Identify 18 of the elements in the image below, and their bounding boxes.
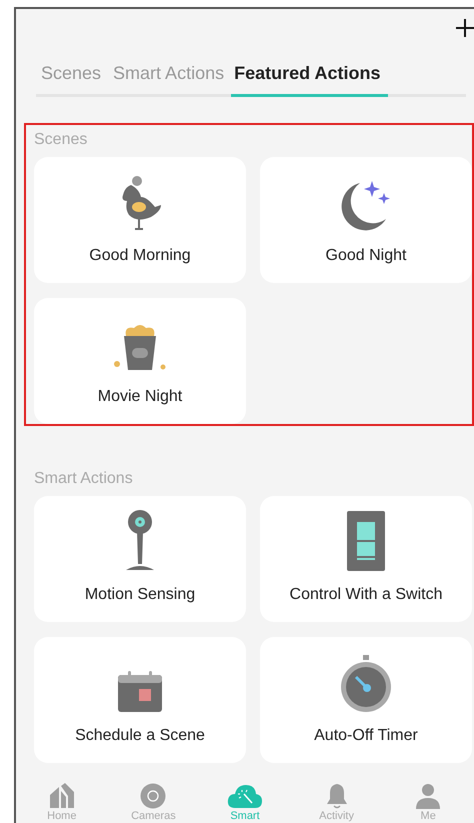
- light-switch-icon: [346, 510, 386, 572]
- person-icon: [415, 783, 442, 809]
- disc-icon: [140, 783, 166, 809]
- action-card[interactable]: Movie Night: [34, 298, 246, 424]
- action-card[interactable]: Good Morning: [34, 157, 246, 283]
- action-card[interactable]: Schedule a Scene: [34, 637, 246, 763]
- section-title: Scenes: [34, 131, 88, 149]
- calendar-icon: [117, 669, 163, 713]
- action-card[interactable]: Auto-Off Timer: [260, 637, 472, 763]
- section-title: Smart Actions: [34, 470, 134, 488]
- add-icon[interactable]: [456, 19, 474, 37]
- action-card[interactable]: Control With a Switch: [260, 496, 472, 622]
- cloud-wand-icon: [226, 783, 263, 809]
- tab[interactable]: Featured Actions: [231, 63, 388, 97]
- home-icon: [48, 783, 75, 809]
- action-card[interactable]: Motion Sensing: [34, 496, 246, 622]
- stopwatch-icon: [340, 655, 392, 713]
- action-card[interactable]: Good Night: [260, 157, 472, 283]
